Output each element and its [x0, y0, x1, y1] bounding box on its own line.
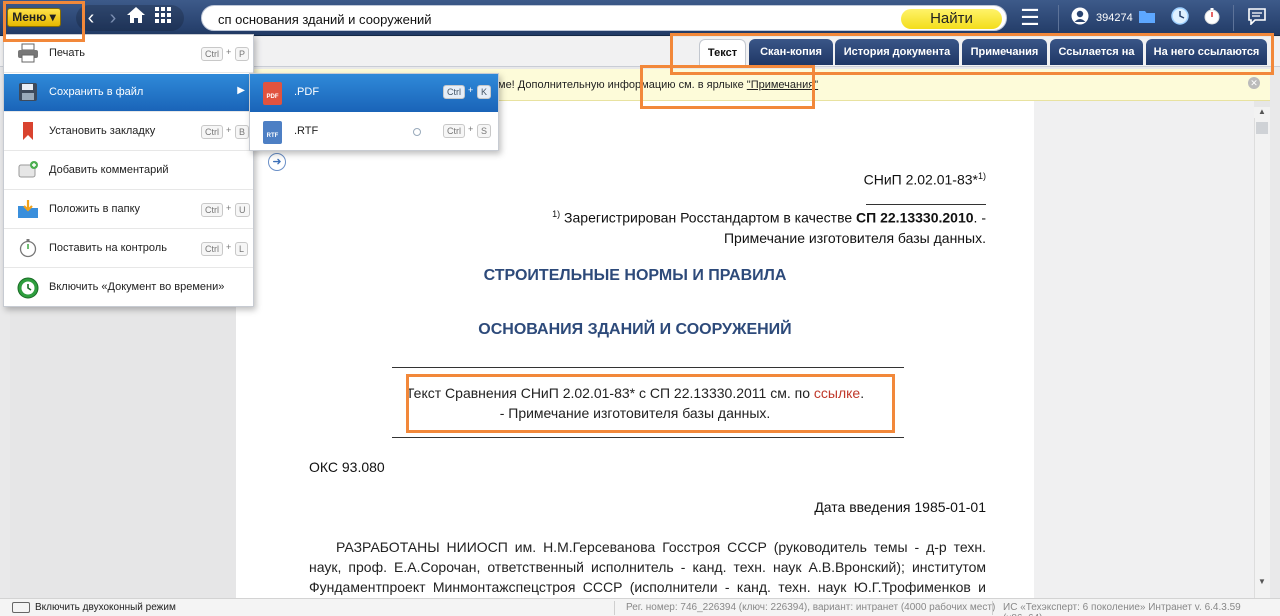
top-toolbar: Меню ▾ ‹ › Найти ☰ 394274: [0, 0, 1280, 36]
registration-note-line2: Примечание изготовителя базы данных.: [723, 230, 986, 246]
introduction-date: Дата введения 1985-01-01: [814, 499, 986, 515]
hamburger-menu-icon[interactable]: ☰: [1018, 7, 1042, 29]
menu-item-put-on-control[interactable]: Поставить на контроль Ctrl + L: [4, 230, 253, 268]
right-margin-panel: [1034, 101, 1254, 598]
menu-item-label: Положить в папку: [49, 203, 141, 215]
search-input[interactable]: [218, 10, 898, 28]
main-menu-dropdown: Печать Ctrl + P Сохранить в файл ▶ Установ…: [3, 34, 254, 307]
submenu-item-rtf[interactable]: RTF .RTF Ctrl + S: [250, 113, 498, 151]
menu-item-label: Включить «Документ во времени»: [49, 281, 225, 293]
document-code-text: СНиП 2.02.01-83*: [863, 171, 978, 188]
version-info: ИС «Техэксперт: 6 поколение» Интранет v.…: [1003, 602, 1241, 616]
divider: [866, 204, 986, 205]
pdf-file-icon: PDF: [263, 82, 282, 105]
home-icon[interactable]: [124, 6, 148, 30]
history-clock-icon[interactable]: [1170, 7, 1190, 29]
shortcut-plus: +: [226, 125, 232, 135]
submenu-arrow-icon: ▶: [237, 85, 245, 96]
registration-text-end: . -: [973, 209, 986, 226]
close-icon[interactable]: ✕: [1248, 77, 1260, 89]
document-code: СНиП 2.02.01-83*1): [864, 171, 986, 188]
folder-icon[interactable]: [1137, 7, 1157, 29]
shortcut-key: Ctrl: [443, 85, 465, 99]
status-bar: Включить двухоконный режим Рег. номер: 7…: [0, 598, 1280, 616]
shortcut-key: K: [477, 85, 492, 99]
menu-item-label: Сохранить в файл: [49, 86, 144, 98]
highlight-box-comparison: [406, 374, 895, 433]
forward-arrow-icon[interactable]: ›: [102, 6, 124, 30]
registration-text: Зарегистрирован Росстандартом в качестве: [560, 209, 857, 226]
chat-icon[interactable]: [1245, 7, 1269, 29]
menu-item-label: Добавить комментарий: [49, 164, 169, 176]
save-to-file-submenu: PDF .PDF Ctrl + K RTF .RTF Ctrl + S: [249, 73, 499, 151]
shortcut-key: L: [235, 242, 249, 256]
shortcut-plus: +: [226, 47, 232, 57]
bookmark-icon: [16, 121, 40, 143]
vertical-scrollbar[interactable]: [1254, 118, 1270, 598]
submenu-item-label: .RTF: [294, 125, 319, 137]
oks-code: ОКС 93.080: [309, 459, 385, 475]
dual-window-icon[interactable]: [12, 602, 30, 613]
document-title-2: ОСНОВАНИЯ ЗДАНИЙ И СООРУЖЕНИЙ: [478, 321, 792, 338]
search-box: Найти: [201, 5, 1007, 31]
stopwatch-icon[interactable]: [1202, 7, 1222, 29]
shortcut-key: B: [235, 125, 250, 139]
highlight-box-notice: [640, 65, 815, 109]
comment-icon: [16, 160, 40, 182]
registration-note: 1) Зарегистрирован Росстандартом в качес…: [552, 209, 986, 226]
menu-item-add-comment[interactable]: Добавить комментарий: [4, 152, 253, 190]
shortcut-key: Ctrl: [201, 47, 223, 61]
submenu-item-label: .PDF: [294, 86, 320, 98]
find-button[interactable]: Найти: [901, 9, 1002, 29]
footnote-marker: 1): [552, 209, 561, 219]
shortcut-plus: +: [468, 85, 474, 95]
rtf-file-icon: RTF: [263, 121, 282, 144]
shortcut-plus: +: [226, 242, 232, 252]
shortcut-key: Ctrl: [443, 124, 465, 138]
registration-info: Рег. номер: 746_226394 (ключ: 226394), в…: [626, 602, 996, 613]
expand-arrow-icon[interactable]: ➜: [268, 153, 286, 171]
divider: [392, 437, 904, 438]
scroll-down-arrow-icon[interactable]: ▼: [1254, 577, 1270, 588]
status-separator: [992, 601, 993, 615]
menu-item-label: Установить закладку: [49, 125, 156, 137]
menu-item-document-in-time[interactable]: Включить «Документ во времени»: [4, 269, 253, 307]
dual-window-toggle[interactable]: Включить двухоконный режим: [35, 602, 176, 613]
menu-item-put-in-folder[interactable]: Положить в папку Ctrl + U: [4, 191, 253, 229]
toolbar-separator: [1058, 5, 1059, 31]
registration-code: СП 22.13330.2010: [856, 209, 974, 226]
document-page: СНиП 2.02.01-83*1) 1) Зарегистрирован Ро…: [236, 101, 1034, 598]
scroll-thumb[interactable]: [1256, 122, 1268, 134]
user-icon[interactable]: [1070, 7, 1090, 29]
clock-green-icon: [16, 277, 40, 299]
stopwatch-icon: [16, 238, 40, 260]
document-paragraph: РАЗРАБОТАНЫ НИИОСП им. Н.М.Герсеванова Г…: [309, 539, 986, 595]
menu-item-label: Поставить на контроль: [49, 242, 167, 254]
folder-put-icon: [16, 199, 40, 221]
document-title-1: СТРОИТЕЛЬНЫЕ НОРМЫ И ПРАВИЛА: [483, 267, 787, 284]
shortcut-key: Ctrl: [201, 203, 223, 217]
shortcut-key: U: [235, 203, 250, 217]
highlight-box-menu: [3, 1, 85, 42]
divider: [392, 367, 904, 368]
user-id: 394274: [1096, 12, 1133, 24]
printer-icon: [16, 43, 40, 65]
submenu-item-pdf[interactable]: PDF .PDF Ctrl + K: [250, 74, 498, 112]
footnote-marker: 1): [977, 171, 986, 181]
shortcut-key: S: [477, 124, 492, 138]
shortcut-plus: +: [226, 203, 232, 213]
menu-item-save-to-file[interactable]: Сохранить в файл ▶: [4, 74, 253, 112]
shortcut-key: Ctrl: [201, 125, 223, 139]
grid-apps-icon[interactable]: [152, 6, 174, 30]
floppy-disk-icon: [16, 82, 40, 104]
menu-item-label: Печать: [49, 47, 86, 59]
status-separator: [614, 601, 615, 615]
scroll-up-arrow-icon[interactable]: ▲: [1254, 107, 1270, 118]
toolbar-separator: [1233, 5, 1234, 31]
shortcut-plus: +: [468, 124, 474, 134]
settings-dot-icon[interactable]: [413, 128, 421, 136]
shortcut-key: P: [235, 47, 250, 61]
menu-item-set-bookmark[interactable]: Установить закладку Ctrl + B: [4, 113, 253, 151]
shortcut-key: Ctrl: [201, 242, 223, 256]
